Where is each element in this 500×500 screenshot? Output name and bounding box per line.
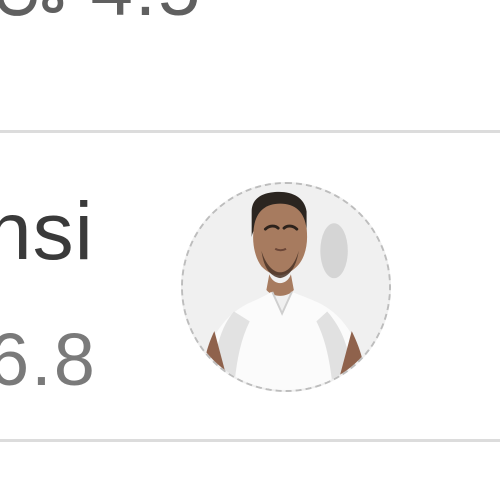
profile-rating: 6.8	[0, 318, 97, 401]
avatar[interactable]	[181, 182, 391, 392]
previous-row-value: ఈ 4.5	[0, 0, 202, 28]
profile-list-row[interactable]: nsi 6.8	[0, 133, 500, 439]
profile-name: nsi	[0, 186, 94, 277]
previous-list-row[interactable]: ఈ 4.5	[0, 0, 500, 130]
person-avatar-icon	[183, 184, 389, 390]
row-divider	[0, 439, 500, 442]
page: ఈ 4.5 nsi 6.8	[0, 0, 500, 500]
